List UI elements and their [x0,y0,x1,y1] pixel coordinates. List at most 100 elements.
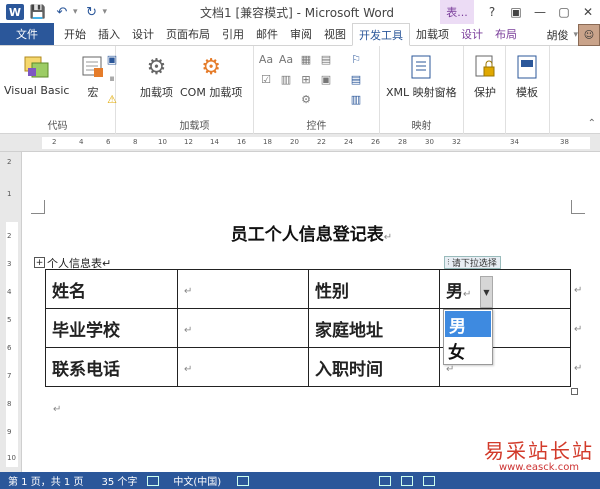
group-mapping: XML 映射窗格 映射 [380,46,464,134]
protect-button[interactable]: 保护 [470,52,500,100]
vruler-number: 1 [7,190,12,198]
vruler-number: 2 [7,158,12,166]
paragraph-mark: ↵ [53,404,62,415]
ruler-number: 18 [263,138,272,146]
document-heading[interactable]: 员工个人信息登记表↵ [23,220,600,245]
vruler-number: 9 [7,428,12,436]
table-cell[interactable]: 毕业学校 [45,308,178,348]
tab-page-layout[interactable]: 页面布局 [160,23,216,45]
date-picker-control-icon[interactable]: ▣ [318,72,334,86]
table-resize-handle[interactable] [571,388,578,395]
dropdown-list-control-icon[interactable]: ⊞ [298,72,314,86]
ruler-number: 30 [425,138,434,146]
ruler-number: 16 [237,138,246,146]
close-icon[interactable]: ✕ [576,0,600,24]
maximize-icon[interactable]: ▢ [552,0,576,24]
ruler-number: 4 [79,138,84,146]
tab-view[interactable]: 视图 [318,23,352,45]
table-cell[interactable]: 姓名 [45,269,178,309]
word-app-icon[interactable]: W [6,4,24,20]
qat-customize-icon[interactable]: ▾ [103,7,108,17]
redo-icon[interactable]: ↻ [82,2,102,22]
content-control-title[interactable]: ⁝ 请下拉选择 [444,256,501,269]
minimize-icon[interactable]: — [528,0,552,24]
paragraph-mark: ↵ [446,364,455,375]
vruler-number: 6 [7,344,12,352]
vertical-ruler[interactable]: 2 1 2 3 4 5 6 7 8 9 10 [0,152,22,472]
undo-dropdown-icon[interactable]: ▾ [73,7,78,17]
table-cell[interactable]: 联系电话 [45,347,178,387]
table-cell[interactable]: 性别 [308,269,440,309]
combo-box-control-icon[interactable]: ▥ [278,72,294,86]
horizontal-ruler[interactable]: 2 4 6 8 10 12 14 16 18 20 22 24 26 28 30… [0,134,600,152]
macro-record-icon[interactable] [237,475,250,486]
properties-icon[interactable]: ▤ [348,72,364,86]
checkbox-control-icon[interactable]: ☑ [258,72,274,86]
tab-references[interactable]: 引用 [216,23,250,45]
document-template-icon [512,52,542,82]
tab-table-layout[interactable]: 布局 [489,23,523,45]
table-cell[interactable]: 入职时间 [308,347,440,387]
vruler-number: 8 [7,400,12,408]
gender-value: 男 [446,281,463,302]
visual-basic-button[interactable]: Visual Basic [4,52,69,97]
record-macro-icon[interactable]: ▣ [104,52,120,66]
read-mode-icon[interactable] [379,475,392,486]
ribbon-display-icon[interactable]: ▣ [504,0,528,24]
help-icon[interactable]: ? [480,0,504,24]
table-cell[interactable]: 家庭地址 [308,308,440,348]
plain-text-control-icon[interactable]: Aa [278,52,294,66]
rich-text-control-icon[interactable]: Aa [258,52,274,66]
paragraph-mark: ↵ [383,232,393,243]
ruler-number: 8 [133,138,138,146]
paragraph-mark: ↵ [463,288,472,300]
paragraph-mark: ↵ [184,364,193,375]
design-mode-icon[interactable]: ⚐ [348,52,364,66]
tab-developer[interactable]: 开发工具 [352,23,410,46]
tab-home[interactable]: 开始 [58,23,92,45]
dropdown-option-female[interactable]: 女 [444,337,492,363]
save-icon[interactable]: 💾 [28,2,48,22]
ruler-number: 38 [560,138,569,146]
print-layout-icon[interactable] [401,475,414,486]
language-indicator[interactable]: 中文(中国) [173,473,221,488]
avatar[interactable]: ☺ [578,24,600,46]
word-count[interactable]: 35 个字 [101,473,137,488]
table-move-handle-icon[interactable]: + [34,257,45,268]
web-layout-icon[interactable] [423,475,436,486]
dropdown-arrow-icon[interactable]: ▼ [480,276,493,308]
table-cell[interactable]: ↵ [177,347,309,387]
ruler-number: 26 [371,138,380,146]
macro-security-icon[interactable]: ⚠ [104,92,120,106]
tab-design[interactable]: 设计 [126,23,160,45]
building-block-control-icon[interactable]: ▤ [318,52,334,66]
addins-button[interactable]: ⚙ 加载项 [140,52,173,100]
ruler-strip [42,137,590,149]
tab-review[interactable]: 审阅 [284,23,318,45]
gender-content-control[interactable]: 男↵ [439,269,571,309]
tab-table-design[interactable]: 设计 [455,23,489,45]
document-page[interactable]: 员工个人信息登记表↵ + 个人信息表↵ 姓名 ↵ 性别 男↵ 毕业学校 ↵ 家庭… [23,152,600,470]
pause-recording-icon[interactable]: ⏸ [104,72,120,86]
group-icon[interactable]: ▥ [348,92,364,106]
ruler-number: 20 [290,138,299,146]
table-cell[interactable]: ↵ [177,269,309,309]
com-addins-button[interactable]: ⚙ COM 加载项 [180,52,242,100]
page-count[interactable]: 第 1 页，共 1 页 [8,473,83,488]
tab-insert[interactable]: 插入 [92,23,126,45]
user-name[interactable]: 胡俊 [546,27,568,43]
legacy-tools-icon[interactable]: ⚙ [298,92,314,106]
user-account[interactable]: 胡俊 ▾ ☺ [546,24,600,46]
template-button[interactable]: 模板 [512,52,542,100]
dropdown-option-male[interactable]: 男 [445,311,491,337]
tab-mailings[interactable]: 邮件 [250,23,284,45]
undo-icon[interactable]: ↶ [52,2,72,22]
xml-mapping-pane-button[interactable]: XML 映射窗格 [386,52,457,100]
tab-addins[interactable]: 加载项 [410,23,455,45]
visual-basic-icon [22,52,52,82]
proofing-icon[interactable] [147,475,160,486]
table-cell[interactable]: ↵ [177,308,309,348]
tab-file[interactable]: 文件 [0,23,54,45]
collapse-ribbon-icon[interactable]: ⌃ [588,118,596,129]
picture-control-icon[interactable]: ▦ [298,52,314,66]
